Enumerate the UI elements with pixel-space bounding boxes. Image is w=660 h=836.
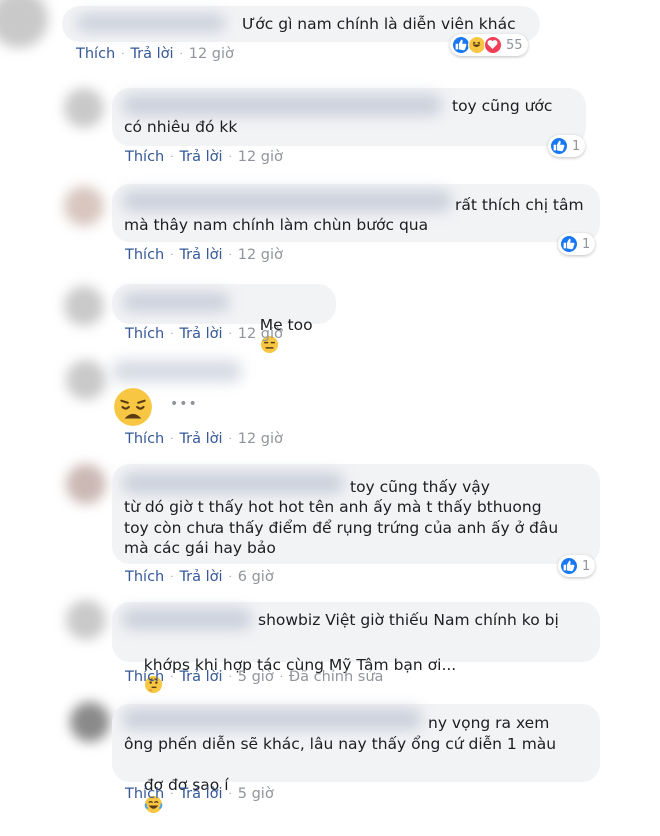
avatar[interactable] bbox=[0, 0, 48, 48]
avatar[interactable] bbox=[66, 600, 106, 640]
comment-actions: Thích · Trả lời · 12 giờ bbox=[125, 149, 283, 165]
reaction-summary[interactable]: 1 bbox=[548, 135, 586, 157]
separator-dot: · bbox=[179, 48, 183, 60]
comment-bubble: Me too bbox=[112, 284, 336, 354]
author-name-blurred[interactable] bbox=[122, 190, 452, 212]
separator-dot: · bbox=[170, 328, 174, 340]
separator-dot: · bbox=[228, 151, 232, 163]
separator-dot: · bbox=[121, 48, 125, 60]
comment-text-line: toy cũng ước bbox=[452, 97, 553, 115]
separator-dot: · bbox=[170, 151, 174, 163]
comment-text-line: có nhiêu đó kk bbox=[124, 118, 238, 136]
timestamp[interactable]: 12 giờ bbox=[189, 46, 234, 62]
comment-text: Ước gì nam chính là diễn viên khác bbox=[242, 15, 516, 33]
avatar[interactable] bbox=[66, 464, 106, 504]
avatar[interactable] bbox=[64, 186, 104, 226]
reaction-summary[interactable]: 1 bbox=[558, 555, 596, 577]
comment-actions: Thích · Trả lời · 5 giờ · Đã chỉnh sửa bbox=[125, 669, 383, 685]
like-link[interactable]: Thích bbox=[125, 669, 164, 685]
reaction-summary[interactable]: 1 bbox=[558, 233, 596, 255]
timestamp[interactable]: 12 giờ bbox=[238, 149, 283, 165]
like-link[interactable]: Thích bbox=[125, 247, 164, 263]
comment-actions: Thích · Trả lời · 12 giờ bbox=[125, 247, 283, 263]
author-name-blurred[interactable] bbox=[122, 708, 422, 730]
timestamp[interactable]: 5 giờ bbox=[238, 786, 274, 802]
like-icon bbox=[560, 557, 578, 575]
author-name-blurred[interactable] bbox=[122, 292, 230, 312]
reply-link[interactable]: Trả lời bbox=[179, 326, 222, 342]
timestamp[interactable]: 12 giờ bbox=[238, 247, 283, 263]
avatar[interactable] bbox=[64, 88, 104, 128]
avatar[interactable] bbox=[66, 360, 106, 400]
comment-actions: Thích · Trả lời · 5 giờ bbox=[125, 786, 274, 802]
comment-actions: Thích · Trả lời · 12 giờ bbox=[125, 326, 283, 342]
author-name-blurred[interactable] bbox=[122, 608, 252, 630]
comment-text-line: showbiz Việt giờ thiếu Nam chính ko bị bbox=[258, 611, 559, 629]
more-options-icon[interactable]: ••• bbox=[170, 396, 198, 412]
comment-bubble: toy cũng thấy vậy từ dó giờ t thấy hot h… bbox=[112, 464, 600, 564]
like-link[interactable]: Thích bbox=[125, 149, 164, 165]
like-icon bbox=[550, 137, 568, 155]
comment-text-line: rất thích chị tâm bbox=[455, 196, 584, 214]
separator-dot: · bbox=[170, 788, 174, 800]
separator-dot: · bbox=[228, 571, 232, 583]
comment-text-line: mà các gái hay bảo bbox=[124, 539, 276, 557]
comment-bubble: ny vọng ra xem ông phến diễn sẽ khác, lâ… bbox=[112, 704, 600, 814]
separator-dot: · bbox=[279, 671, 283, 683]
separator-dot: · bbox=[170, 433, 174, 445]
avatar[interactable] bbox=[64, 286, 104, 326]
reply-link[interactable]: Trả lời bbox=[130, 46, 173, 62]
comment-text-line: mà thây nam chính làm chùn bước qua bbox=[124, 216, 429, 234]
separator-dot: · bbox=[228, 671, 232, 683]
separator-dot: · bbox=[170, 671, 174, 683]
timestamp[interactable]: 6 giờ bbox=[238, 569, 274, 585]
author-name-blurred[interactable] bbox=[76, 14, 226, 32]
comment-text-line: toy còn chưa thấy điểm để rụng trứng của… bbox=[124, 519, 559, 537]
reaction-count: 1 bbox=[582, 558, 591, 574]
comment-text-line: ny vọng ra xem bbox=[428, 714, 550, 732]
avatar[interactable] bbox=[70, 702, 110, 742]
comment-actions: Thích · Trả lời · 6 giờ bbox=[125, 569, 274, 585]
weary-emoji bbox=[114, 388, 152, 426]
reply-link[interactable]: Trả lời bbox=[179, 247, 222, 263]
reply-link[interactable]: Trả lời bbox=[179, 786, 222, 802]
reaction-count: 1 bbox=[582, 236, 591, 252]
comment-actions: Thích · Trả lời · 12 giờ bbox=[76, 46, 234, 62]
separator-dot: · bbox=[170, 249, 174, 261]
comment-text-line: toy cũng thấy vậy bbox=[350, 478, 490, 496]
timestamp[interactable]: 12 giờ bbox=[238, 431, 283, 447]
edited-label[interactable]: Đã chỉnh sửa bbox=[289, 669, 384, 685]
love-icon bbox=[484, 36, 502, 54]
like-link[interactable]: Thích bbox=[76, 46, 115, 62]
separator-dot: · bbox=[228, 249, 232, 261]
reaction-count: 55 bbox=[506, 37, 523, 53]
reply-link[interactable]: Trả lời bbox=[179, 569, 222, 585]
author-name-blurred[interactable] bbox=[122, 472, 344, 494]
separator-dot: · bbox=[170, 571, 174, 583]
comment-actions: Thích · Trả lời · 12 giờ bbox=[125, 431, 283, 447]
author-name-blurred[interactable] bbox=[122, 94, 442, 116]
like-link[interactable]: Thích bbox=[125, 326, 164, 342]
reply-link[interactable]: Trả lời bbox=[179, 431, 222, 447]
separator-dot: · bbox=[228, 328, 232, 340]
like-link[interactable]: Thích bbox=[125, 786, 164, 802]
reply-link[interactable]: Trả lời bbox=[179, 669, 222, 685]
reaction-count: 1 bbox=[572, 138, 581, 154]
author-name-blurred[interactable] bbox=[112, 360, 242, 382]
like-icon bbox=[560, 235, 578, 253]
comment-bubble: showbiz Việt giờ thiếu Nam chính ko bị k… bbox=[112, 602, 600, 694]
separator-dot: · bbox=[228, 788, 232, 800]
timestamp[interactable]: 12 giờ bbox=[238, 326, 283, 342]
separator-dot: · bbox=[228, 433, 232, 445]
like-link[interactable]: Thích bbox=[125, 569, 164, 585]
like-link[interactable]: Thích bbox=[125, 431, 164, 447]
reply-link[interactable]: Trả lời bbox=[179, 149, 222, 165]
comment-bubble: toy cũng ước có nhiêu đó kk bbox=[112, 88, 586, 146]
timestamp[interactable]: 5 giờ bbox=[238, 669, 274, 685]
reaction-summary[interactable]: 55 bbox=[450, 34, 528, 56]
comment-text-line: từ dó giờ t thấy hot hot tên anh ấy mà t… bbox=[124, 498, 542, 516]
comment-bubble: rất thích chị tâm mà thây nam chính làm … bbox=[112, 184, 600, 242]
comment-text-line: ông phến diễn sẽ khác, lâu nay thấy ổng … bbox=[124, 735, 557, 753]
